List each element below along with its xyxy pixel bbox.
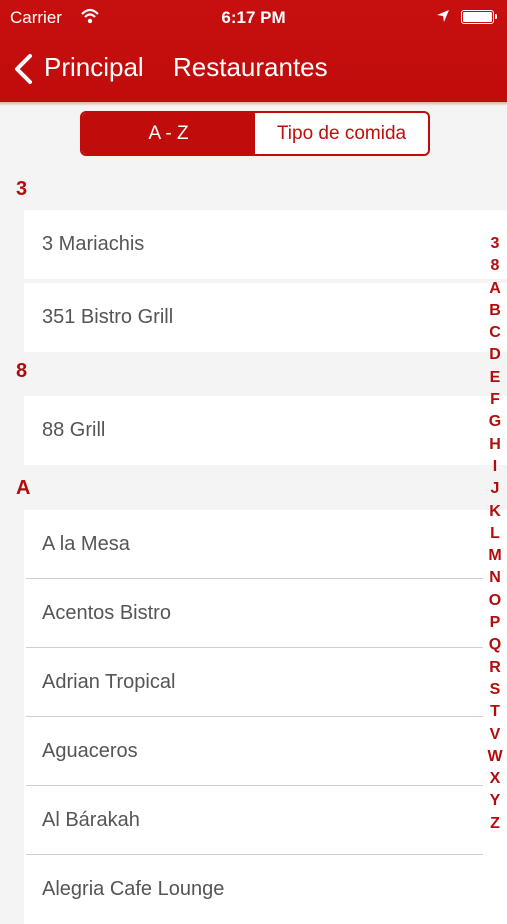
index-letter[interactable]: C	[484, 322, 506, 344]
index-letter[interactable]: I	[484, 456, 506, 478]
list-item[interactable]: Alegria Cafe Lounge	[24, 855, 507, 924]
list-item[interactable]: Adrian Tropical	[24, 648, 507, 717]
index-letter[interactable]: O	[484, 590, 506, 612]
section-index[interactable]: 3 8 A B C D E F G H I J K L M N O P Q R …	[484, 233, 506, 835]
segment-a-z[interactable]: A - Z	[82, 113, 255, 154]
index-letter[interactable]: M	[484, 545, 506, 567]
segment-tipo-de-comida[interactable]: Tipo de comida	[255, 113, 428, 154]
section-header: A	[16, 477, 31, 499]
index-letter[interactable]: 3	[484, 233, 506, 255]
index-letter[interactable]: B	[484, 300, 506, 322]
index-letter[interactable]: H	[484, 434, 506, 456]
index-letter[interactable]: Z	[484, 813, 506, 835]
index-letter[interactable]: S	[484, 679, 506, 701]
index-letter[interactable]: N	[484, 567, 506, 589]
index-letter[interactable]: L	[484, 523, 506, 545]
index-letter[interactable]: R	[484, 657, 506, 679]
index-letter[interactable]: J	[484, 478, 506, 500]
list-item[interactable]: Al Bárakah	[24, 786, 507, 855]
index-letter[interactable]: G	[484, 411, 506, 433]
status-bar: Carrier 6:17 PM	[0, 0, 507, 36]
page-title: Restaurantes	[173, 52, 328, 82]
section-header: 3	[16, 178, 28, 200]
list-item[interactable]: Aguaceros	[24, 717, 507, 786]
index-letter[interactable]: A	[484, 278, 506, 300]
back-button[interactable]: Principal	[44, 52, 144, 83]
index-letter[interactable]: Q	[484, 634, 506, 656]
list-item[interactable]: Acentos Bistro	[24, 579, 507, 648]
list-item[interactable]: A la Mesa	[24, 510, 507, 579]
index-letter[interactable]: T	[484, 701, 506, 723]
battery-icon	[461, 10, 497, 24]
index-letter[interactable]: V	[484, 724, 506, 746]
list-item[interactable]: 88 Grill	[24, 396, 507, 465]
nav-bar: Carrier 6:17 PM Principal Restaurantes	[0, 0, 507, 102]
back-chevron-icon[interactable]	[12, 53, 36, 85]
index-letter[interactable]: F	[484, 389, 506, 411]
index-letter[interactable]: 8	[484, 255, 506, 277]
index-letter[interactable]: P	[484, 612, 506, 634]
index-letter[interactable]: Y	[484, 790, 506, 812]
section-header: 8	[16, 360, 28, 382]
index-letter[interactable]: X	[484, 768, 506, 790]
location-arrow-icon	[437, 10, 449, 22]
nav-shadow	[0, 102, 507, 106]
restaurant-list: 3 3 Mariachis 351 Bistro Grill 8 88 Gril…	[0, 170, 507, 924]
sort-segmented-control: A - Z Tipo de comida	[80, 111, 430, 156]
index-letter[interactable]: W	[484, 746, 506, 768]
index-letter[interactable]: E	[484, 367, 506, 389]
clock: 6:17 PM	[221, 8, 286, 27]
index-letter[interactable]: K	[484, 501, 506, 523]
list-item[interactable]: 351 Bistro Grill	[24, 283, 507, 352]
index-letter[interactable]: D	[484, 344, 506, 366]
list-item[interactable]: 3 Mariachis	[24, 210, 507, 279]
